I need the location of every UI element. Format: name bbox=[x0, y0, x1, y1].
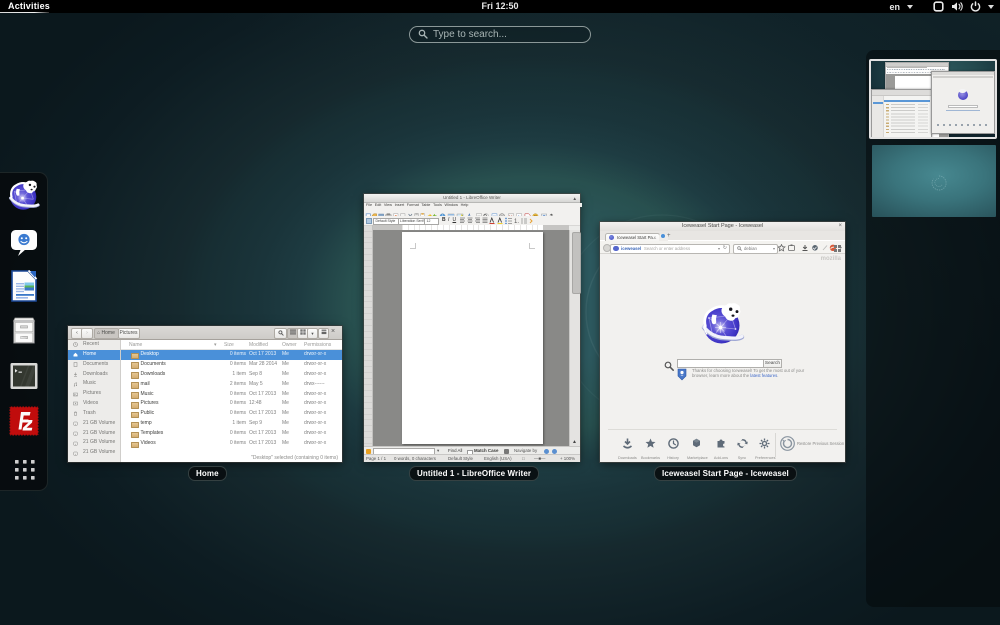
svg-text:1.: 1. bbox=[514, 219, 519, 224]
